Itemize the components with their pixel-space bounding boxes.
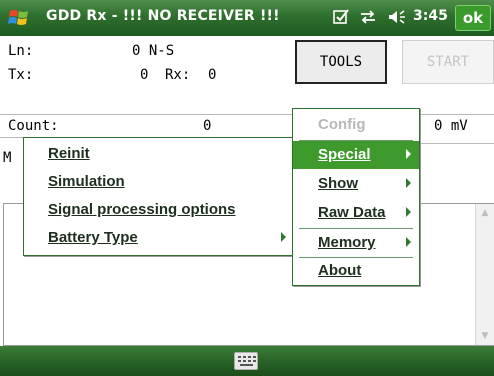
- menu-item-label: Memory: [318, 234, 376, 251]
- tx-value: 0: [140, 67, 149, 83]
- ln-label: Ln:: [8, 43, 34, 59]
- menu-item-label: Config: [318, 116, 366, 133]
- submenu-arrow-icon: [281, 232, 286, 242]
- keyboard-icon[interactable]: [234, 352, 258, 370]
- ok-button[interactable]: ok: [455, 5, 491, 31]
- submenu-arrow-icon: [406, 149, 411, 159]
- start-button[interactable]: START: [402, 40, 494, 84]
- windows-logo-icon[interactable]: [8, 7, 30, 29]
- menu-item-about[interactable]: About: [293, 257, 419, 285]
- rx-label: Rx:: [165, 67, 191, 83]
- menu-item-config: Config: [293, 111, 419, 139]
- menu-item-raw-data[interactable]: Raw Data: [293, 199, 419, 227]
- menu-item-label: Raw Data: [318, 204, 386, 221]
- menu-item-label: Battery Type: [48, 229, 138, 246]
- m-prefix: M: [3, 150, 12, 166]
- menu-item-battery-type[interactable]: Battery Type: [24, 224, 294, 252]
- menu-item-memory[interactable]: Memory: [293, 229, 419, 257]
- menu-item-simulation[interactable]: Simulation: [24, 168, 294, 196]
- divider: [0, 114, 293, 115]
- scroll-up-arrow-icon[interactable]: ▲: [478, 206, 492, 220]
- menu-item-label: Signal processing options: [48, 201, 236, 218]
- app-title: GDD Rx - !!! NO RECEIVER !!!: [46, 8, 280, 24]
- submenu-arrow-icon: [406, 207, 411, 217]
- submenu-arrow-icon: [406, 178, 411, 188]
- divider: [420, 143, 494, 144]
- tools-button[interactable]: TOOLS: [295, 40, 387, 84]
- count-label: Count:: [8, 118, 59, 134]
- scrollbar[interactable]: ▲ ▼: [475, 204, 494, 345]
- menu-item-signal-processing-options[interactable]: Signal processing options: [24, 196, 294, 224]
- title-bar: GDD Rx - !!! NO RECEIVER !!! 3:45 ok: [0, 0, 494, 36]
- scroll-down-arrow-icon[interactable]: ▼: [478, 329, 492, 343]
- special-submenu: Reinit Simulation Signal processing opti…: [23, 137, 295, 256]
- ln-value: 0 N-S: [132, 43, 175, 59]
- rx-value: 0: [208, 67, 217, 83]
- mv-value: 0 mV: [434, 118, 468, 134]
- menu-item-label: Show: [318, 175, 358, 192]
- softkey-bar: [0, 346, 494, 376]
- menu-item-label: Special: [318, 146, 371, 163]
- menu-item-label: Simulation: [48, 173, 125, 190]
- tx-label: Tx:: [8, 67, 34, 83]
- menu-item-show[interactable]: Show: [293, 170, 419, 198]
- count-value: 0: [203, 118, 212, 134]
- menu-item-label: Reinit: [48, 145, 90, 162]
- divider: [420, 114, 494, 115]
- menu-item-special[interactable]: Special: [293, 141, 419, 169]
- connectivity-icon[interactable]: [358, 8, 378, 31]
- volume-icon[interactable]: [386, 8, 408, 31]
- tasks-icon[interactable]: [332, 8, 350, 31]
- menu-item-label: About: [318, 262, 362, 279]
- clock: 3:45: [413, 8, 448, 24]
- submenu-arrow-icon: [406, 237, 411, 247]
- menu-item-reinit[interactable]: Reinit: [24, 140, 294, 168]
- tools-menu: Config Special Show Raw Data Memory Abou…: [292, 108, 420, 286]
